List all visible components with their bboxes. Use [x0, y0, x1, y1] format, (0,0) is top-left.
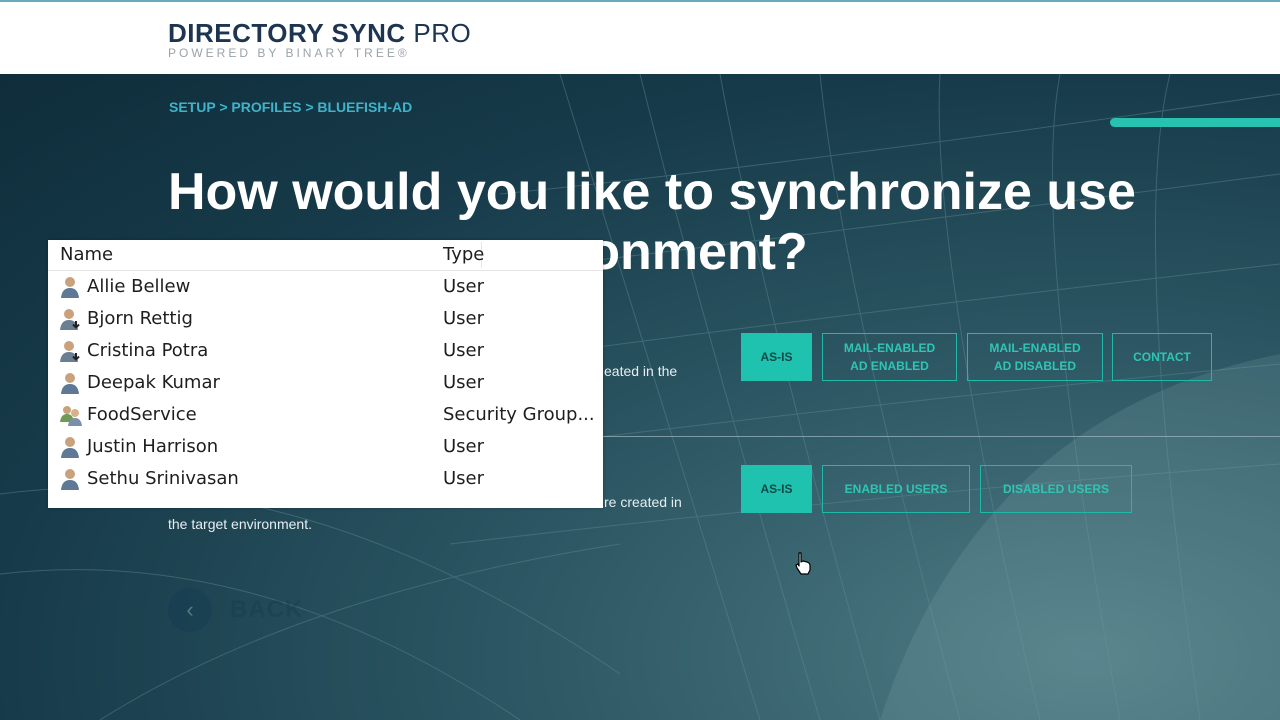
column-header-type[interactable]: Type: [443, 244, 484, 265]
breadcrumb-setup[interactable]: SETUP: [169, 99, 215, 115]
breadcrumb: SETUP > PROFILES > BLUEFISH-AD: [169, 99, 412, 115]
logo-title-light: PRO: [413, 18, 472, 48]
list-item-type: User: [443, 340, 485, 361]
progress-bar: [1110, 118, 1280, 127]
top-bar: DIRECTORY SYNC PRO POWERED BY BINARY TRE…: [0, 0, 1280, 74]
list-item-name: FoodService: [87, 404, 197, 425]
page-title-line1: How would you like to synchronize use: [168, 163, 1136, 221]
hand-cursor-icon: [795, 552, 811, 575]
column-header-name[interactable]: Name: [60, 244, 113, 265]
list-item-type: User: [443, 372, 485, 393]
top-strip: [0, 0, 1280, 2]
breadcrumb-separator: >: [219, 99, 228, 115]
breadcrumb-profiles[interactable]: PROFILES: [231, 99, 301, 115]
section1-description: eated in the: [604, 363, 678, 379]
breadcrumb-current: BLUEFISH-AD: [317, 99, 413, 115]
list-item[interactable]: Cristina Potra User: [48, 335, 603, 367]
list-item-name: Sethu Srinivasan: [87, 468, 239, 489]
list-item-name: Cristina Potra: [87, 340, 209, 361]
list-item-type: User: [443, 276, 485, 297]
list-item[interactable]: Sethu Srinivasan User: [48, 463, 603, 495]
app-logo-title: DIRECTORY SYNC PRO: [168, 18, 471, 49]
section1-mail-enabled-ad-enabled-button[interactable]: MAIL-ENABLED AD ENABLED: [822, 333, 957, 381]
section2-description-line2: the target environment.: [168, 516, 312, 532]
list-item[interactable]: Allie Bellew User: [48, 271, 603, 303]
back-button[interactable]: ‹ BACK: [168, 588, 303, 632]
logo-title-bold: DIRECTORY SYNC: [168, 18, 406, 48]
list-item[interactable]: Deepak Kumar User: [48, 367, 603, 399]
app-logo-subtitle: POWERED BY BINARY TREE®: [168, 46, 410, 60]
list-rows: Allie Bellew User Bjorn Rettig User Cris…: [48, 271, 603, 495]
list-item-name: Deepak Kumar: [87, 372, 220, 393]
user-icon: [61, 437, 79, 458]
object-list-panel: Name Type Allie Bellew User Bjorn Rettig…: [48, 240, 603, 508]
list-item-type: User: [443, 436, 485, 457]
section2-as-is-button[interactable]: AS-IS: [741, 465, 812, 513]
list-header: Name Type: [48, 240, 603, 271]
section2-enabled-users-button[interactable]: ENABLED USERS: [822, 465, 970, 513]
list-item-name: Bjorn Rettig: [87, 308, 193, 329]
back-button-label: BACK: [230, 596, 304, 623]
list-item-type: User: [443, 468, 485, 489]
list-item[interactable]: Justin Harrison User: [48, 431, 603, 463]
section2-description: re created in: [604, 494, 682, 510]
section1-mail-enabled-ad-disabled-button[interactable]: MAIL-ENABLED AD DISABLED: [967, 333, 1103, 381]
list-item[interactable]: FoodService Security Group...: [48, 399, 603, 431]
section1-as-is-button[interactable]: AS-IS: [741, 333, 812, 381]
breadcrumb-separator: >: [305, 99, 314, 115]
section2-disabled-users-button[interactable]: DISABLED USERS: [980, 465, 1132, 513]
user-icon: [61, 373, 79, 394]
list-item-type: User: [443, 308, 485, 329]
group-icon: [60, 406, 82, 426]
user-download-icon: [60, 341, 80, 362]
user-icon: [61, 277, 79, 298]
list-item-name: Justin Harrison: [87, 436, 219, 457]
list-item[interactable]: Bjorn Rettig User: [48, 303, 603, 335]
section1-contact-button[interactable]: CONTACT: [1112, 333, 1212, 381]
chevron-left-icon: ‹: [168, 588, 212, 632]
list-item-name: Allie Bellew: [87, 276, 191, 297]
list-item-type: Security Group...: [443, 404, 595, 425]
user-download-icon: [60, 309, 80, 330]
user-icon: [61, 469, 79, 490]
